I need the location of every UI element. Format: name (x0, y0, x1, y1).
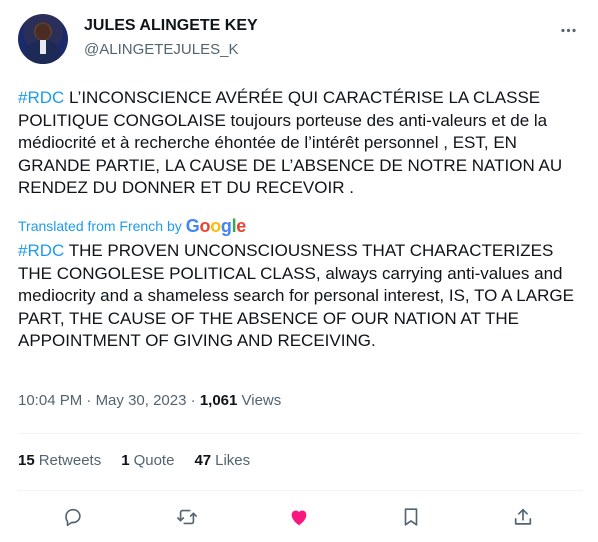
divider (18, 433, 582, 434)
author-name[interactable]: JULES ALINGETE KEY (84, 17, 258, 35)
meta-separator: · (186, 392, 200, 409)
tweet-original-text: #RDC L’INCONSCIENCE AVÉRÉE QUI CARACTÉRI… (18, 87, 582, 200)
share-button[interactable] (510, 504, 536, 530)
retweets-label: Retweets (38, 452, 102, 469)
divider (18, 490, 582, 491)
like-button[interactable] (286, 504, 312, 530)
views-label: Views (237, 392, 282, 409)
avatar-shirt (40, 40, 46, 54)
author-handle[interactable]: @ALINGETEJULES_K (84, 41, 238, 58)
likes-label: Likes (215, 452, 251, 469)
tweet-time[interactable]: 10:04 PM (18, 392, 82, 409)
quotes-count: 1 (121, 452, 130, 469)
tweet-header: JULES ALINGETE KEY @ALINGETEJULES_K (18, 14, 582, 70)
translated-body: THE PROVEN UNCONSCIOUSNESS THAT CHARACTE… (18, 241, 574, 350)
more-options-button[interactable] (556, 18, 580, 42)
heart-filled-icon (291, 510, 307, 526)
hashtag-link[interactable]: #RDC (18, 241, 64, 260)
likes-stat[interactable]: 47 Likes (194, 452, 250, 469)
retweets-count: 15 (18, 452, 35, 469)
engagement-stats: 15 Retweets 1 Quote 47 Likes (18, 452, 250, 469)
tweet-translated-text: #RDC THE PROVEN UNCONSCIOUSNESS THAT CHA… (18, 240, 582, 353)
reply-button[interactable] (60, 504, 86, 530)
translated-label: Translated from French (18, 218, 163, 234)
retweet-arrows-icon (177, 509, 197, 525)
avatar[interactable] (18, 14, 68, 64)
retweets-stat[interactable]: 15 Retweets (18, 452, 101, 469)
quotes-label: Quote (133, 452, 175, 469)
quotes-stat[interactable]: 1 Quote (121, 452, 174, 469)
likes-count: 47 (194, 452, 212, 469)
hashtag-link[interactable]: #RDC (18, 88, 64, 107)
bookmark-button[interactable] (398, 504, 424, 530)
share-upload-icon (514, 508, 532, 525)
original-body: L’INCONSCIENCE AVÉRÉE QUI CARACTÉRISE LA… (18, 88, 563, 197)
meta-separator: · (82, 392, 96, 409)
bookmark-icon (404, 508, 418, 526)
translation-notice[interactable]: Translated from French by Google (18, 215, 246, 237)
more-dots-icon (560, 28, 576, 32)
action-bar (18, 500, 582, 534)
tweet-meta: 10:04 PM · May 30, 2023 · 1,061 Views (18, 392, 281, 409)
retweet-button[interactable] (174, 504, 200, 530)
translated-by: by (166, 218, 182, 234)
avatar-face (36, 24, 50, 40)
reply-bubble-icon (65, 508, 81, 527)
views-count: 1,061 (199, 392, 238, 409)
google-logo: Google (185, 215, 247, 236)
tweet-date[interactable]: May 30, 2023 (96, 392, 187, 409)
